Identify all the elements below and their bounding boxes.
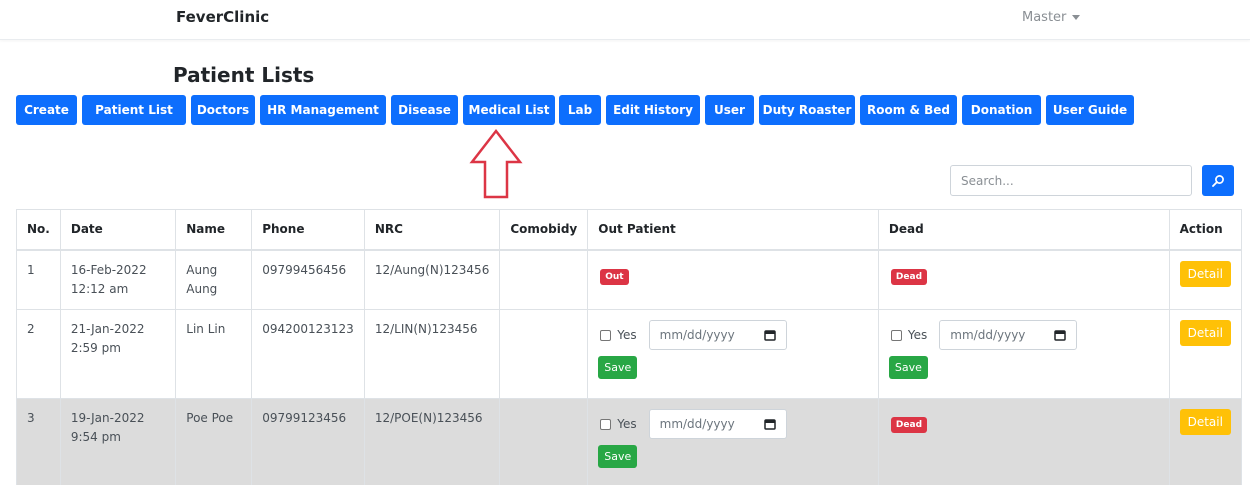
cell-dead: Dead: [877, 249, 1170, 310]
hr-management-button[interactable]: HR Management: [260, 95, 386, 125]
donation-button[interactable]: Donation: [962, 95, 1041, 125]
user-button[interactable]: User: [705, 95, 754, 125]
page-title: Patient Lists: [173, 63, 315, 87]
user-guide-button[interactable]: User Guide: [1046, 95, 1134, 125]
column-header-dead: Dead: [877, 209, 1170, 251]
cell-comobidy: [499, 249, 589, 310]
room-bed-button[interactable]: Room & Bed: [860, 95, 957, 125]
column-header-name: Name: [175, 209, 253, 251]
column-header-comobidy: Comobidy: [499, 209, 589, 251]
red-arrow-up-annotation-icon: [469, 128, 523, 199]
calendar-icon[interactable]: [1054, 329, 1067, 341]
out-patient-yes-label: Yes: [617, 327, 637, 342]
brand-logo[interactable]: FeverClinic: [176, 8, 269, 26]
dead-save-button[interactable]: Save: [888, 356, 928, 379]
cell-out-patient: Out: [587, 249, 879, 310]
column-header-nrc: NRC: [363, 209, 501, 251]
cell-no: 2: [16, 309, 61, 399]
user-menu-label: Master: [1022, 10, 1067, 25]
out-patient-checkbox[interactable]: [600, 329, 612, 341]
calendar-icon[interactable]: [763, 329, 776, 341]
cell-comobidy: [499, 309, 589, 399]
detail-button[interactable]: Detail: [1179, 320, 1231, 346]
cell-dead: Dead: [877, 398, 1170, 485]
cell-no: 3: [16, 398, 61, 485]
search-button[interactable]: [1202, 165, 1234, 196]
lab-button[interactable]: Lab: [559, 95, 601, 125]
dead-yes-label: Yes: [907, 327, 928, 342]
table-header-row: No. Date Name Phone NRC Comobidy Out Pat…: [16, 209, 1243, 251]
column-header-date: Date: [59, 209, 177, 251]
search-input[interactable]: [950, 165, 1192, 196]
date-placeholder: mm/dd/yyyy: [950, 327, 1026, 342]
cell-phone: 09799456456: [251, 249, 365, 310]
out-patient-save-button[interactable]: Save: [598, 356, 638, 379]
cell-phone: 094200123123: [251, 309, 365, 399]
out-patient-controls: Yes mm/dd/yyyy: [598, 320, 868, 350]
table-row: 1 16-Feb-2022 12:12 am Aung Aung 0979945…: [16, 249, 1243, 310]
out-patient-checkbox[interactable]: [600, 418, 612, 430]
out-patient-yes-label: Yes: [617, 416, 637, 431]
dead-date-input[interactable]: mm/dd/yyyy: [939, 320, 1078, 350]
cell-nrc: 12/LIN(N)123456: [363, 309, 501, 399]
user-menu-dropdown[interactable]: Master: [1022, 10, 1081, 25]
duty-roaster-button[interactable]: Duty Roaster: [759, 95, 855, 125]
dead-badge: Dead: [890, 268, 928, 285]
cell-date: 19-Jan-2022 9:54 pm: [59, 398, 177, 485]
out-patient-date-input[interactable]: mm/dd/yyyy: [648, 409, 787, 439]
detail-button[interactable]: Detail: [1179, 409, 1231, 435]
cell-action: Detail: [1168, 249, 1243, 310]
cell-date: 16-Feb-2022 12:12 am: [59, 249, 177, 310]
column-header-no: No.: [16, 209, 61, 251]
cell-phone: 09799123456: [251, 398, 365, 485]
table-row: 3 19-Jan-2022 9:54 pm Poe Poe 0979912345…: [16, 398, 1243, 485]
cell-action: Detail: [1168, 398, 1243, 485]
out-badge: Out: [600, 268, 629, 285]
disease-button[interactable]: Disease: [391, 95, 458, 125]
cell-out-patient: Yes mm/dd/yyyy Save: [587, 398, 879, 485]
doctors-button[interactable]: Doctors: [191, 95, 255, 125]
calendar-icon[interactable]: [763, 418, 776, 430]
search-icon: [1212, 174, 1224, 187]
cell-out-patient: Yes mm/dd/yyyy Save: [587, 309, 879, 399]
column-header-out-patient: Out Patient: [587, 209, 879, 251]
edit-history-button[interactable]: Edit History: [606, 95, 700, 125]
top-navbar: FeverClinic Master: [0, 0, 1250, 40]
table-row: 2 21-Jan-2022 2:59 pm Lin Lin 0942001231…: [16, 309, 1243, 399]
patient-table: No. Date Name Phone NRC Comobidy Out Pat…: [16, 209, 1243, 485]
dead-controls: Yes mm/dd/yyyy: [889, 320, 1159, 350]
patient-list-button[interactable]: Patient List: [82, 95, 186, 125]
cell-dead: Yes mm/dd/yyyy Save: [877, 309, 1170, 399]
medical-list-button[interactable]: Medical List: [463, 95, 555, 125]
column-header-action: Action: [1168, 209, 1243, 251]
cell-name: Lin Lin: [175, 309, 253, 399]
cell-no: 1: [16, 249, 61, 310]
cell-action: Detail: [1168, 309, 1243, 399]
out-patient-date-input[interactable]: mm/dd/yyyy: [648, 320, 787, 350]
cell-comobidy: [499, 398, 589, 485]
cell-date: 21-Jan-2022 2:59 pm: [59, 309, 177, 399]
detail-button[interactable]: Detail: [1179, 260, 1231, 287]
cell-name: Poe Poe: [175, 398, 253, 485]
date-placeholder: mm/dd/yyyy: [659, 327, 735, 342]
create-button[interactable]: Create: [16, 95, 77, 125]
dead-badge: Dead: [890, 417, 928, 433]
dead-checkbox[interactable]: [890, 329, 902, 341]
column-header-phone: Phone: [251, 209, 365, 251]
date-placeholder: mm/dd/yyyy: [659, 416, 735, 431]
out-patient-controls: Yes mm/dd/yyyy: [598, 409, 868, 439]
caret-down-icon: [1072, 15, 1081, 20]
out-patient-save-button[interactable]: Save: [598, 445, 638, 468]
cell-name: Aung Aung: [175, 249, 253, 310]
cell-nrc: 12/Aung(N)123456: [363, 249, 501, 310]
cell-nrc: 12/POE(N)123456: [363, 398, 501, 485]
